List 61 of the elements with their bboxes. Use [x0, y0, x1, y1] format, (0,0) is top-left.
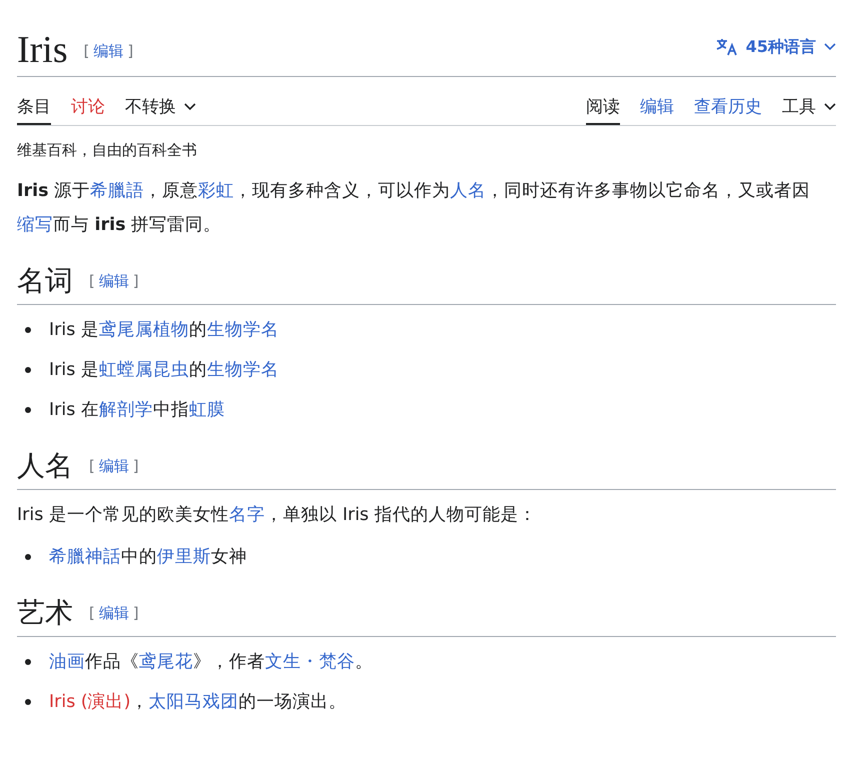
tab[interactable]: 工具	[782, 87, 836, 125]
list-item: Iris 在解剖学中指虹膜	[49, 399, 225, 422]
link[interactable]: 太阳马戏团	[148, 692, 239, 712]
tab[interactable]: 条目	[17, 87, 51, 125]
bullet-icon	[25, 327, 31, 333]
link[interactable]: 彩虹	[198, 181, 234, 201]
tagline: 维基百科，自由的百科全书	[17, 140, 198, 161]
bracket: [	[89, 456, 95, 477]
list-item: Iris 是鸢尾属植物的生物学名	[49, 319, 279, 342]
list-item: Iris 是虹螳属昆虫的生物学名	[49, 359, 279, 382]
edit-link[interactable]: 编辑	[98, 596, 129, 630]
tab[interactable]: 编辑	[640, 87, 674, 125]
bracket: [	[89, 271, 95, 292]
intro-paragraph: Iris 源于希臘語，原意彩虹，现有多种含义，可以作为人名，同时还有许多事物以它命名，又或者因 缩写而与 iris 拼写雷同。	[17, 180, 812, 237]
section-heading: 名词	[17, 265, 73, 299]
page-title: Iris	[17, 28, 68, 72]
link[interactable]: 人名	[450, 181, 486, 201]
tab[interactable]: 讨论	[71, 87, 105, 125]
language-button[interactable]: 45种语言	[716, 30, 836, 64]
section-heading: 人名	[17, 450, 73, 484]
link[interactable]: 鸢尾属植物	[98, 320, 189, 340]
chevron-icon	[824, 103, 836, 111]
bracket: ]	[132, 271, 139, 292]
link[interactable]: 解剖学	[98, 400, 153, 420]
edit-link[interactable]: 编辑	[98, 264, 129, 298]
translate-icon	[716, 37, 738, 57]
bracket: ]	[128, 41, 134, 62]
tab[interactable]: 阅读	[586, 87, 620, 125]
bracket: [	[84, 41, 90, 62]
link[interactable]: 希臘語	[90, 181, 144, 201]
edit-link[interactable]: 编辑	[98, 449, 129, 483]
link[interactable]: 生物学名	[206, 320, 279, 340]
bullet-icon	[25, 554, 31, 560]
paragraph: Iris 是一个常见的欧美女性名字，单独以 Iris 指代的人物可能是：	[17, 504, 538, 527]
chevron-icon	[184, 103, 196, 111]
tab[interactable]: 不转换	[125, 87, 196, 125]
link[interactable]: 希臘神話	[49, 547, 121, 567]
bracket: ]	[132, 603, 139, 624]
bullet-icon	[25, 407, 31, 413]
link[interactable]: 虹螳属昆虫	[98, 360, 189, 380]
link[interactable]: 文生・梵谷	[265, 652, 355, 672]
section-heading: 艺术	[17, 597, 73, 631]
bullet-icon	[25, 699, 31, 705]
bracket: [	[89, 603, 95, 624]
link[interactable]: Iris (演出)	[49, 692, 131, 712]
list-item: 油画作品《鸢尾花》，作者文生・梵谷。	[49, 651, 373, 674]
link[interactable]: 油画	[49, 652, 85, 672]
link[interactable]: 缩写	[17, 215, 53, 235]
link[interactable]: 伊里斯	[157, 547, 211, 567]
bracket: ]	[132, 456, 139, 477]
tab[interactable]: 查看历史	[694, 87, 762, 125]
link[interactable]: 鸢尾花	[139, 652, 193, 672]
edit-link[interactable]: 编辑	[94, 34, 124, 68]
list-item: Iris (演出)，太阳马戏团的一场演出。	[49, 691, 347, 714]
list-item: 希臘神話中的伊里斯女神	[49, 546, 247, 569]
chevron-icon	[824, 43, 836, 51]
link[interactable]: 生物学名	[206, 360, 279, 380]
bullet-icon	[25, 367, 31, 373]
link[interactable]: 虹膜	[188, 400, 225, 420]
bullet-icon	[25, 659, 31, 665]
link[interactable]: 名字	[228, 505, 265, 525]
